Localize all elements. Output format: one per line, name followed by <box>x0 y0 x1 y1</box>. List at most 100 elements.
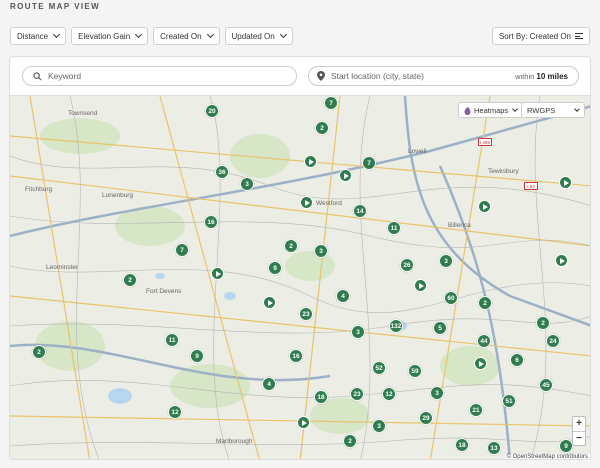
route-cluster-marker[interactable]: 14 <box>353 204 367 218</box>
sort-icon <box>575 33 583 39</box>
route-cluster-marker[interactable]: 11 <box>387 221 401 235</box>
route-cluster-marker[interactable]: 52 <box>372 361 386 375</box>
route-cluster-marker[interactable]: 13 <box>487 441 501 455</box>
route-cluster-marker[interactable]: 2 <box>32 345 46 359</box>
route-cluster-marker[interactable]: 3 <box>439 254 453 268</box>
route-cluster-marker[interactable]: 3 <box>372 419 386 433</box>
route-cluster-marker[interactable]: 9 <box>268 261 282 275</box>
map-attribution[interactable]: © OpenStreetMap contributors <box>504 454 590 459</box>
route-cluster-marker[interactable]: 18 <box>455 438 469 452</box>
town-label: Fitchburg <box>25 186 53 193</box>
route-start-marker[interactable] <box>297 416 310 429</box>
location-placeholder: Start location (city, state) <box>331 71 424 81</box>
route-cluster-marker[interactable]: 2 <box>536 316 550 330</box>
route-cluster-marker[interactable]: 3 <box>240 177 254 191</box>
filter-created-on-button[interactable]: Created On <box>153 27 220 45</box>
town-label: Billerica <box>448 222 471 229</box>
route-cluster-marker[interactable]: 9 <box>559 439 573 453</box>
sort-button[interactable]: Sort By: Created On <box>491 27 590 45</box>
route-cluster-marker[interactable]: 44 <box>477 334 491 348</box>
chevron-down-icon <box>512 105 519 112</box>
route-cluster-marker[interactable]: 2 <box>478 296 492 310</box>
route-start-marker[interactable] <box>478 200 491 213</box>
town-label: Marlborough <box>216 438 253 445</box>
filter-label: Elevation Gain <box>78 31 131 41</box>
route-cluster-marker[interactable]: 29 <box>419 411 433 425</box>
route-cluster-marker[interactable]: 132 <box>389 319 403 333</box>
chevron-down-icon <box>279 30 287 39</box>
route-start-marker[interactable] <box>474 357 487 370</box>
filter-updated-on-button[interactable]: Updated On <box>224 27 293 45</box>
zoom-out-button[interactable]: − <box>573 432 585 446</box>
search-icon <box>33 71 42 80</box>
heatmaps-label: Heatmaps <box>474 105 509 115</box>
sort-label: Sort By: Created On <box>498 31 571 41</box>
route-cluster-marker[interactable]: 26 <box>400 258 414 272</box>
filter-label: Distance <box>17 31 49 41</box>
route-cluster-marker[interactable]: 7 <box>175 243 189 257</box>
location-pin-icon <box>317 71 325 81</box>
town-label: Westford <box>316 200 342 207</box>
town-label: Lunenburg <box>102 192 134 199</box>
route-cluster-marker[interactable]: 2 <box>284 239 298 253</box>
route-cluster-marker[interactable]: 3 <box>351 325 365 339</box>
route-cluster-marker[interactable]: 45 <box>539 378 553 392</box>
route-start-marker[interactable] <box>304 155 317 168</box>
map-panel: Keyword Start location (city, state) wit… <box>9 56 591 460</box>
route-map[interactable]: Townsend Fitchburg Lunenburg Leominster … <box>10 95 590 459</box>
route-start-marker[interactable] <box>559 176 572 189</box>
route-cluster-marker[interactable]: 2 <box>123 273 137 287</box>
route-cluster-marker[interactable]: 3 <box>314 244 328 258</box>
route-cluster-marker[interactable]: 7 <box>324 96 338 110</box>
map-provider-label: RWGPS <box>527 105 556 115</box>
route-cluster-marker[interactable]: 24 <box>546 334 560 348</box>
town-label: Leominster <box>46 264 79 271</box>
route-cluster-marker[interactable]: 59 <box>408 364 422 378</box>
highway-shield: I 495 <box>478 138 492 146</box>
route-start-marker[interactable] <box>414 279 427 292</box>
route-cluster-marker[interactable]: 2 <box>343 434 357 448</box>
zoom-in-button[interactable]: + <box>573 417 585 432</box>
route-cluster-marker[interactable]: 16 <box>289 349 303 363</box>
route-cluster-marker[interactable]: 36 <box>215 165 229 179</box>
route-cluster-marker[interactable]: 20 <box>205 104 219 118</box>
map-provider-select[interactable]: RWGPS <box>521 102 585 118</box>
route-cluster-marker[interactable]: 18 <box>314 390 328 404</box>
route-cluster-marker[interactable]: 51 <box>502 394 516 408</box>
route-cluster-marker[interactable]: 4 <box>336 289 350 303</box>
route-cluster-marker[interactable]: 5 <box>433 321 447 335</box>
route-start-marker[interactable] <box>263 296 276 309</box>
highway-shield: I 93 <box>524 182 538 190</box>
route-start-marker[interactable] <box>300 196 313 209</box>
filter-elevation-gain-button[interactable]: Elevation Gain <box>71 27 149 45</box>
route-start-marker[interactable] <box>555 254 568 267</box>
filter-bar: Distance Elevation Gain Created On Updat… <box>10 27 293 45</box>
route-cluster-marker[interactable]: 7 <box>362 156 376 170</box>
radius-selector[interactable]: within 10 miles <box>515 72 568 81</box>
heatmaps-dropdown[interactable]: Heatmaps <box>458 102 524 118</box>
route-cluster-marker[interactable]: 6 <box>510 353 524 367</box>
route-cluster-marker[interactable]: 9 <box>190 349 204 363</box>
route-cluster-marker[interactable]: 2 <box>315 121 329 135</box>
route-cluster-marker[interactable]: 23 <box>299 307 313 321</box>
route-cluster-marker[interactable]: 23 <box>350 387 364 401</box>
route-cluster-marker[interactable]: 21 <box>469 403 483 417</box>
town-label: Fort Devens <box>146 288 182 295</box>
filter-label: Updated On <box>231 31 275 41</box>
keyword-search-field[interactable]: Keyword <box>22 66 297 86</box>
route-cluster-marker[interactable]: 3 <box>430 386 444 400</box>
route-start-marker[interactable] <box>211 267 224 280</box>
start-location-field[interactable]: Start location (city, state) within 10 m… <box>308 66 579 86</box>
route-cluster-marker[interactable]: 12 <box>382 387 396 401</box>
chevron-down-icon <box>53 30 61 39</box>
filter-label: Created On <box>160 31 202 41</box>
route-cluster-marker[interactable]: 60 <box>444 291 458 305</box>
route-start-marker[interactable] <box>339 169 352 182</box>
route-cluster-marker[interactable]: 11 <box>165 333 179 347</box>
route-cluster-marker[interactable]: 12 <box>168 405 182 419</box>
chevron-down-icon <box>135 30 143 39</box>
page-title: ROUTE MAP VIEW <box>10 2 101 11</box>
filter-distance-button[interactable]: Distance <box>10 27 67 45</box>
route-cluster-marker[interactable]: 16 <box>204 215 218 229</box>
route-cluster-marker[interactable]: 4 <box>262 377 276 391</box>
